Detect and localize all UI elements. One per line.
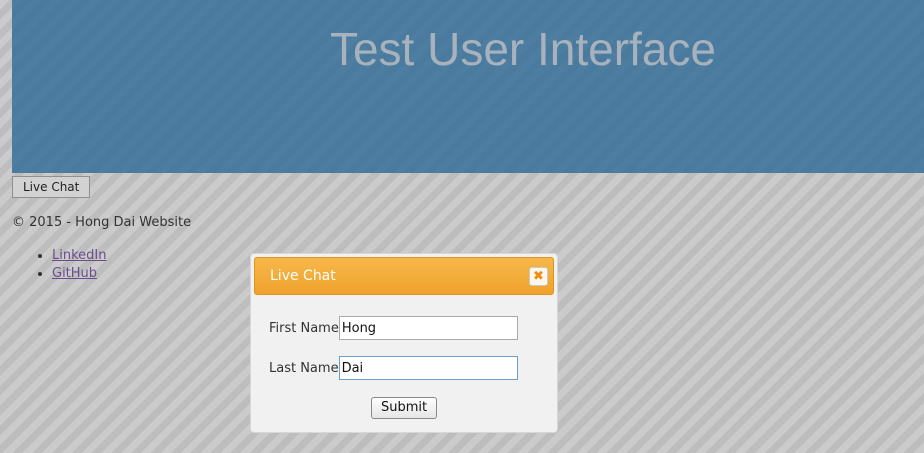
live-chat-dialog: Live Chat ✖ First Name Last Name Submit [250,253,558,433]
footer-links: LinkedIn GitHub [12,247,106,283]
page-header: Test User Interface [12,0,924,173]
first-name-row: First Name [269,316,518,340]
last-name-field[interactable] [338,356,518,380]
linkedin-link[interactable]: LinkedIn [52,248,106,263]
first-name-field[interactable] [338,316,518,340]
list-item: LinkedIn [52,247,106,265]
page-title: Test User Interface [329,23,717,75]
last-name-row: Last Name [269,356,518,380]
dialog-title: Live Chat [270,268,336,284]
live-chat-button[interactable]: Live Chat [12,176,91,198]
copyright-text: © 2015 - Hong Dai Website [12,215,192,230]
list-item: GitHub [52,265,106,283]
first-name-label: First Name [269,320,339,336]
github-link[interactable]: GitHub [52,266,97,281]
close-icon[interactable]: ✖ [529,267,548,286]
submit-button[interactable]: Submit [371,397,438,419]
last-name-label: Last Name [269,360,339,376]
dialog-titlebar[interactable]: Live Chat ✖ [254,257,554,295]
